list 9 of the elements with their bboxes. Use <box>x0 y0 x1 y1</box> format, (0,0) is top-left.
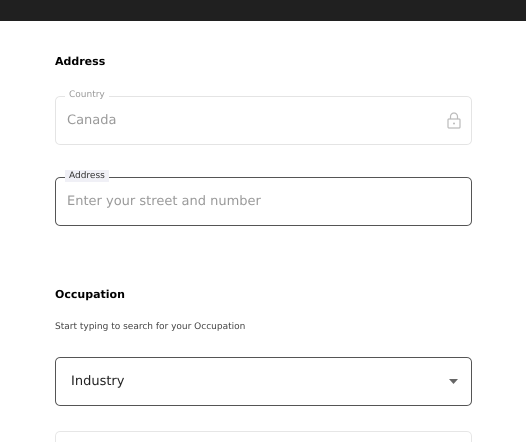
section-heading: Address <box>55 55 106 69</box>
industry-select[interactable]: Industry <box>55 357 472 406</box>
lock-icon <box>447 112 461 129</box>
field-label: Address <box>65 170 109 182</box>
address-field[interactable]: Enter your street and number <box>55 177 472 226</box>
caret-icon <box>449 379 458 384</box>
hint-text: Start typing to search for your Occupation <box>55 321 246 333</box>
field-label: Country <box>65 89 109 101</box>
section-heading: Occupation <box>55 288 126 302</box>
